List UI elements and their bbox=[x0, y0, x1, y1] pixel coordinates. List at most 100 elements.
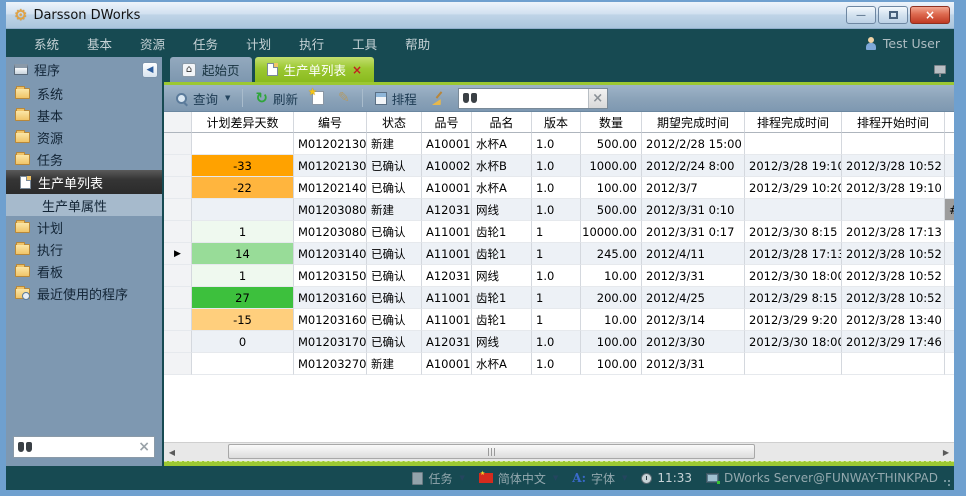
sidebar-item-1[interactable]: 基本 bbox=[6, 104, 162, 126]
column-header-6[interactable]: 数量 bbox=[581, 112, 642, 133]
sidebar-item-6[interactable]: 计划 bbox=[6, 216, 162, 238]
tabs: ⌂起始页生产单列表× bbox=[170, 57, 377, 82]
table-row-4[interactable]: 1M012030802已确认A11001齿轮1110000.002012/3/3… bbox=[164, 221, 954, 243]
sidebar-item-3[interactable]: 任务 bbox=[6, 148, 162, 170]
cell-qty: 245.00 bbox=[581, 243, 642, 265]
column-header-0[interactable]: 计划差异天数 bbox=[192, 112, 294, 133]
sidebar-item-4[interactable]: 生产单列表 bbox=[6, 170, 162, 194]
table-row-2[interactable]: -22M012021401已确认A10001水杯A1.0100.002012/3… bbox=[164, 177, 954, 199]
cell-end: 2012/3/29 9:20 bbox=[745, 309, 842, 331]
maximize-button[interactable] bbox=[878, 6, 908, 24]
cell-code: M012031501 bbox=[294, 265, 367, 287]
cell-extra bbox=[945, 309, 954, 331]
statusbar-task-dropdown[interactable]: 任务 ▼ bbox=[412, 470, 464, 487]
table-row-3[interactable]: M012030801新建A12031网线1.0500.002012/3/31 0… bbox=[164, 199, 954, 221]
tab-1[interactable]: 生产单列表× bbox=[255, 57, 375, 82]
column-header-5[interactable]: 版本 bbox=[532, 112, 581, 133]
cell-pn: A10001 bbox=[422, 353, 472, 375]
edit-button[interactable]: ✎ bbox=[333, 89, 355, 107]
sidebar-item-2[interactable]: 资源 bbox=[6, 126, 162, 148]
cell-ver: 1.0 bbox=[532, 177, 581, 199]
column-header-9[interactable]: 排程开始时间 bbox=[842, 112, 945, 133]
sidebar-item-5[interactable]: 生产单属性 bbox=[6, 194, 162, 216]
cell-status: 已确认 bbox=[367, 155, 422, 177]
cell-code: M012031701 bbox=[294, 331, 367, 353]
column-header-partial bbox=[945, 112, 954, 133]
user-box[interactable]: Test User bbox=[865, 36, 944, 51]
column-header-4[interactable]: 品名 bbox=[472, 112, 532, 133]
program-icon bbox=[14, 64, 28, 75]
table-row-0[interactable]: M012021301新建A10001水杯A1.0500.002012/2/28 … bbox=[164, 133, 954, 155]
cell-start bbox=[842, 353, 945, 375]
sidebar-item-0[interactable]: 系统 bbox=[6, 82, 162, 104]
schedule-button[interactable]: 排程 bbox=[370, 87, 422, 110]
sidebar-search-clear-icon[interactable]: × bbox=[138, 440, 150, 454]
sidebar-search-input[interactable] bbox=[36, 440, 134, 454]
statusbar-language-dropdown[interactable]: 简体中文 ▼ bbox=[479, 470, 558, 487]
sidebar-item-9[interactable]: 最近使用的程序 bbox=[6, 282, 162, 304]
clean-button[interactable] bbox=[426, 89, 450, 107]
sidebar: 程序 ◀ 系统基本资源任务生产单列表生产单属性计划执行看板最近使用的程序 × bbox=[6, 57, 162, 466]
new-button[interactable]: ★ bbox=[307, 89, 329, 107]
menu-item-0[interactable]: 系统 bbox=[20, 30, 73, 57]
tab-0[interactable]: ⌂起始页 bbox=[170, 57, 252, 82]
cell-status: 新建 bbox=[367, 353, 422, 375]
table-row-6[interactable]: 1M012031501已确认A12031网线1.010.002012/3/312… bbox=[164, 265, 954, 287]
cell-diff: 14 bbox=[192, 243, 294, 265]
horizontal-scrollbar[interactable]: ◀ ▶ bbox=[164, 442, 954, 461]
statusbar-font-dropdown[interactable]: A: 字体 ▼ bbox=[572, 470, 627, 487]
cell-due: 2012/3/7 bbox=[642, 177, 745, 199]
cell-name: 齿轮1 bbox=[472, 309, 532, 331]
cell-pn: A12031 bbox=[422, 331, 472, 353]
menu-item-6[interactable]: 工具 bbox=[338, 30, 391, 57]
sidebar-collapse-button[interactable]: ◀ bbox=[142, 62, 158, 78]
sidebar-item-label: 计划 bbox=[37, 218, 63, 237]
cell-ver: 1.0 bbox=[532, 155, 581, 177]
calculator-icon bbox=[375, 92, 387, 105]
cell-end: 2012/3/28 19:10 bbox=[745, 155, 842, 177]
column-header-2[interactable]: 状态 bbox=[367, 112, 422, 133]
table-row-10[interactable]: M012032701新建A10001水杯A1.0100.002012/3/31 bbox=[164, 353, 954, 375]
column-header-3[interactable]: 品号 bbox=[422, 112, 472, 133]
search-icon bbox=[175, 92, 188, 105]
column-header-7[interactable]: 期望完成时间 bbox=[642, 112, 745, 133]
cell-extra bbox=[945, 221, 954, 243]
cell-end: 2012/3/28 17:13 bbox=[745, 243, 842, 265]
menu-item-1[interactable]: 基本 bbox=[73, 30, 126, 57]
table-row-5[interactable]: ▶14M012031402已确认A11001齿轮11245.002012/4/1… bbox=[164, 243, 954, 265]
cell-name: 网线 bbox=[472, 331, 532, 353]
table-row-9[interactable]: 0M012031701已确认A12031网线1.0100.002012/3/30… bbox=[164, 331, 954, 353]
menu-item-4[interactable]: 计划 bbox=[232, 30, 285, 57]
scrollbar-thumb[interactable] bbox=[228, 444, 755, 459]
row-selector bbox=[164, 133, 192, 155]
column-header-8[interactable]: 排程完成时间 bbox=[745, 112, 842, 133]
sidebar-item-7[interactable]: 执行 bbox=[6, 238, 162, 260]
scroll-right-icon[interactable]: ▶ bbox=[938, 443, 954, 461]
menu-item-7[interactable]: 帮助 bbox=[391, 30, 444, 57]
pin-icon[interactable] bbox=[934, 65, 946, 74]
sidebar-item-8[interactable]: 看板 bbox=[6, 260, 162, 282]
minimize-button[interactable]: — bbox=[846, 6, 876, 24]
scrollbar-track[interactable] bbox=[180, 443, 938, 461]
toolbar: 查询 ▼ ↻ 刷新 ★ ✎ 排程 bbox=[164, 85, 954, 112]
menu-item-3[interactable]: 任务 bbox=[179, 30, 232, 57]
language-caret-icon: ▼ bbox=[553, 474, 558, 482]
scroll-left-icon[interactable]: ◀ bbox=[164, 443, 180, 461]
menu-item-5[interactable]: 执行 bbox=[285, 30, 338, 57]
toolbar-search-clear-button[interactable]: × bbox=[588, 89, 607, 108]
cell-code: M012031601 bbox=[294, 287, 367, 309]
table-row-1[interactable]: -33M012021302已确认A10002水杯B1.01000.002012/… bbox=[164, 155, 954, 177]
document-icon bbox=[20, 176, 31, 189]
column-header-1[interactable]: 编号 bbox=[294, 112, 367, 133]
refresh-button[interactable]: ↻ 刷新 bbox=[250, 87, 303, 110]
menu-item-2[interactable]: 资源 bbox=[126, 30, 179, 57]
toolbar-search-input[interactable] bbox=[481, 91, 584, 105]
resize-grip[interactable] bbox=[943, 479, 951, 487]
cell-end bbox=[745, 133, 842, 155]
close-button[interactable]: × bbox=[910, 6, 950, 24]
table-row-7[interactable]: 27M012031601已确认A11001齿轮11200.002012/4/25… bbox=[164, 287, 954, 309]
table-row-8[interactable]: -15M012031602已确认A11001齿轮1110.002012/3/14… bbox=[164, 309, 954, 331]
sidebar-item-label: 生产单属性 bbox=[42, 196, 107, 215]
tab-close-icon[interactable]: × bbox=[352, 63, 362, 77]
query-button[interactable]: 查询 ▼ bbox=[170, 87, 235, 110]
